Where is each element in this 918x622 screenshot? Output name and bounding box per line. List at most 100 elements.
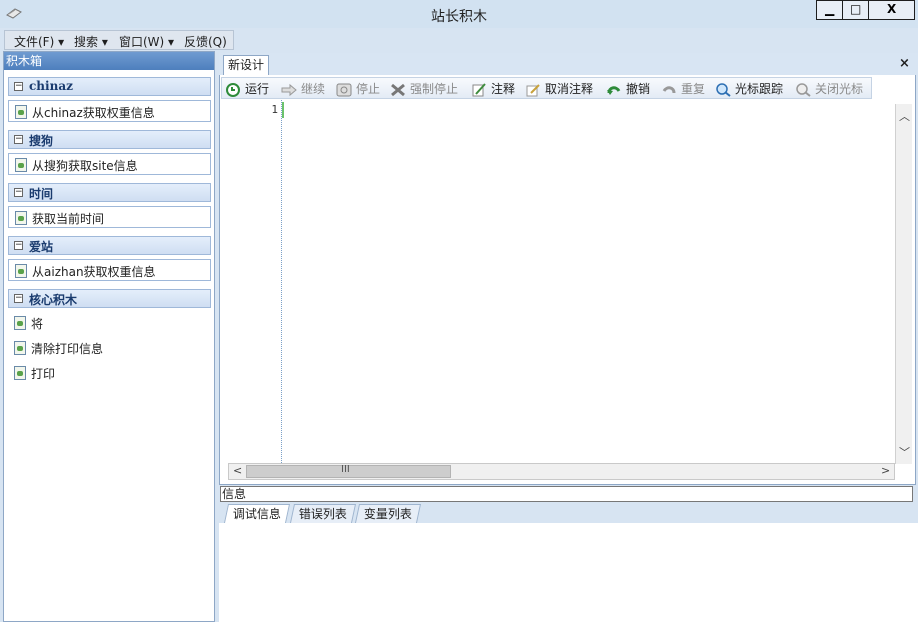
group-label: 搜狗 [29, 134, 54, 148]
info-header: 信息 [220, 486, 913, 502]
comment-label: 注释 [491, 82, 516, 96]
block-label: 清除打印信息 [31, 342, 104, 356]
menu-window[interactable]: 窗口(W) ▾ [119, 33, 174, 50]
block-icon [15, 264, 27, 278]
continue-icon [281, 83, 297, 96]
tab-debug-info[interactable]: 调试信息 [223, 504, 291, 523]
cursor-track-label: 光标跟踪 [735, 82, 784, 96]
collapse-icon[interactable]: − [14, 241, 23, 250]
horizontal-scroll-thumb[interactable]: III [246, 464, 451, 478]
comment-button[interactable]: 注释 [471, 81, 515, 97]
tab-variable-list[interactable]: 变量列表 [354, 504, 422, 523]
toolbox-panel: 积木箱 − chinaz 从chinaz获取权重信息 − 搜狗 从搜狗获取sit… [3, 51, 215, 622]
group-label: 爱站 [29, 240, 54, 254]
scroll-up-icon[interactable]: ︿ [899, 108, 910, 124]
cursor-track-button[interactable]: 光标跟踪 [715, 81, 783, 97]
scroll-right-icon[interactable]: > [881, 464, 890, 477]
redo-icon [662, 85, 676, 93]
block-icon [15, 105, 27, 119]
close-icon: X [887, 2, 897, 16]
menu-bar: 文件(F) ▾ 搜索 ▾ 窗口(W) ▾ 反馈(Q) [4, 30, 234, 50]
collapse-icon[interactable]: − [14, 188, 23, 197]
block-label: 从chinaz获取权重信息 [32, 106, 155, 120]
close-cursor-button[interactable]: 关闭光标 [795, 81, 863, 97]
continue-label: 继续 [301, 82, 326, 96]
block-assign[interactable]: 将 [8, 312, 211, 334]
scroll-down-icon[interactable]: ﹀ [899, 444, 910, 460]
collapse-icon[interactable]: − [14, 294, 23, 303]
cursor-track-icon [716, 82, 731, 97]
group-aizhan[interactable]: − 爱站 [8, 236, 211, 255]
close-cursor-icon [796, 82, 811, 97]
block-label: 从搜狗获取site信息 [32, 159, 138, 173]
group-time[interactable]: − 时间 [8, 183, 211, 202]
scroll-grip-icon: III [341, 464, 350, 475]
run-button[interactable]: 运行 [225, 81, 269, 97]
minimize-icon: ▁ [825, 2, 835, 16]
editor-tab-strip [219, 53, 918, 75]
block-label: 将 [31, 317, 44, 331]
uncomment-button[interactable]: 取消注释 [525, 81, 593, 97]
collapse-icon[interactable]: − [14, 82, 23, 91]
tab-error-list[interactable]: 错误列表 [289, 504, 357, 523]
uncomment-icon [526, 83, 540, 96]
force-stop-button[interactable]: 强制停止 [390, 81, 458, 97]
scroll-left-icon[interactable]: < [233, 464, 242, 477]
group-label: 核心积木 [29, 293, 78, 307]
stop-icon [336, 83, 352, 96]
minimize-button[interactable]: ▁ [816, 0, 843, 20]
undo-button[interactable]: 撤销 [606, 81, 650, 97]
force-stop-icon [391, 83, 405, 96]
group-core[interactable]: − 核心积木 [8, 289, 211, 308]
vertical-scrollbar[interactable]: ︿ ﹀ [895, 104, 912, 464]
window-title: 站长积木 [431, 9, 487, 25]
maximize-button[interactable]: □ [842, 0, 869, 20]
menu-search[interactable]: 搜索 ▾ [74, 33, 108, 50]
horizontal-scrollbar[interactable]: < III > [228, 463, 895, 480]
group-chinaz[interactable]: − chinaz [8, 77, 211, 96]
line-number: 1 [271, 103, 278, 116]
group-label: 时间 [29, 187, 54, 201]
menu-feedback[interactable]: 反馈(Q) [184, 33, 227, 50]
group-sogou[interactable]: − 搜狗 [8, 130, 211, 149]
change-marker [282, 102, 284, 118]
stop-button[interactable]: 停止 [336, 81, 380, 97]
block-chinaz-weight[interactable]: 从chinaz获取权重信息 [8, 100, 211, 122]
undo-icon [607, 85, 621, 95]
editor-toolbar: 运行 继续 停止 强制停止 注释 取消注释 撤销 重复 光标跟踪 关闭光标 [221, 77, 872, 99]
block-label: 获取当前时间 [32, 212, 105, 226]
collapse-icon[interactable]: − [14, 135, 23, 144]
close-button[interactable]: X [868, 0, 915, 20]
run-icon [226, 82, 240, 97]
block-sogou-site[interactable]: 从搜狗获取site信息 [8, 153, 211, 175]
close-cursor-label: 关闭光标 [815, 82, 864, 96]
tab-label: 错误列表 [298, 507, 347, 521]
block-label: 打印 [31, 367, 56, 381]
block-icon [15, 211, 27, 225]
block-clear-print[interactable]: 清除打印信息 [8, 337, 211, 359]
undo-label: 撤销 [626, 82, 651, 96]
block-aizhan-weight[interactable]: 从aizhan获取权重信息 [8, 259, 211, 281]
code-editor[interactable]: 1 [221, 100, 913, 463]
line-number-gutter: 1 [221, 100, 282, 463]
maximize-icon: □ [850, 2, 862, 16]
menu-file[interactable]: 文件(F) ▾ [14, 33, 64, 50]
close-tab-button[interactable]: × [899, 56, 910, 71]
block-icon [15, 158, 27, 172]
tab-label: 调试信息 [232, 507, 281, 521]
group-label: chinaz [29, 79, 73, 93]
force-stop-label: 强制停止 [410, 82, 459, 96]
block-print[interactable]: 打印 [8, 362, 211, 384]
block-current-time[interactable]: 获取当前时间 [8, 206, 211, 228]
stop-label: 停止 [356, 82, 381, 96]
title-bar: 站长积木 ▁ □ X [0, 0, 918, 28]
continue-button[interactable]: 继续 [281, 81, 325, 97]
redo-button[interactable]: 重复 [661, 81, 705, 97]
block-icon [14, 366, 26, 380]
block-icon [14, 341, 26, 355]
block-icon [14, 316, 26, 330]
block-label: 从aizhan获取权重信息 [32, 265, 156, 279]
tab-new-design[interactable]: 新设计 [223, 55, 269, 75]
comment-icon [472, 82, 486, 96]
uncomment-label: 取消注释 [545, 82, 594, 96]
